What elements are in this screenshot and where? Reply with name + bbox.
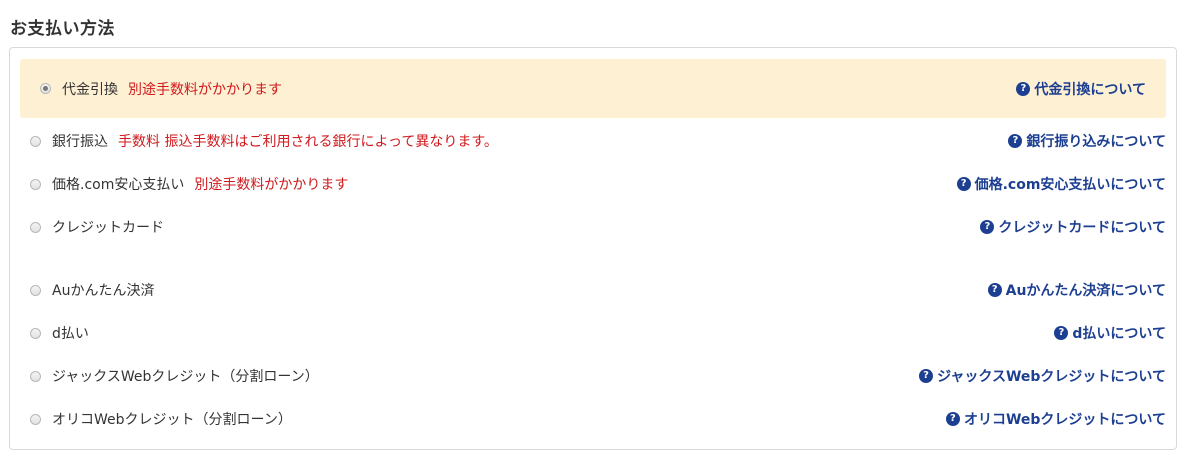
help-link-label: オリコWebクレジットについて bbox=[963, 412, 1166, 428]
question-circle-icon: ? bbox=[919, 369, 934, 383]
question-circle-icon: ? bbox=[1016, 81, 1031, 96]
radio-credit-card[interactable] bbox=[30, 221, 41, 233]
payment-option-au-easy[interactable]: Auかんたん決済 ? Auかんたん決済について bbox=[20, 268, 1166, 312]
help-link-label: Auかんたん決済について bbox=[1005, 283, 1166, 299]
question-circle-icon: ? bbox=[956, 177, 971, 191]
radio-d-barai[interactable] bbox=[30, 327, 41, 339]
payment-option-cod[interactable]: 代金引換 別途手数料がかかります ? 代金引換について bbox=[20, 59, 1166, 118]
help-link-au-easy[interactable]: ? Auかんたん決済について bbox=[987, 280, 1166, 300]
help-link-label: d払いについて bbox=[1072, 326, 1166, 342]
radio-cod[interactable] bbox=[40, 83, 51, 94]
payment-option-kakaku-safe[interactable]: 価格.com安心支払い 別途手数料がかかります ? 価格.com安心支払いについ… bbox=[20, 162, 1166, 206]
question-circle-icon: ? bbox=[945, 412, 960, 426]
option-label: クレジットカード bbox=[52, 220, 164, 236]
help-link-jaccs-web[interactable]: ? ジャックスWebクレジットについて bbox=[919, 366, 1166, 386]
help-link-kakaku-safe[interactable]: ? 価格.com安心支払いについて bbox=[956, 174, 1166, 194]
help-link-cod[interactable]: ? 代金引換について bbox=[1016, 79, 1146, 99]
question-circle-icon: ? bbox=[987, 283, 1002, 297]
payment-option-credit-card[interactable]: クレジットカード ? クレジットカードについて bbox=[20, 205, 1166, 249]
payment-method-panel: 代金引換 別途手数料がかかります ? 代金引換について 銀行振込 手数料 振込手… bbox=[9, 47, 1177, 450]
payment-option-jaccs-web[interactable]: ジャックスWebクレジット（分割ローン） ? ジャックスWebクレジットについて bbox=[20, 354, 1166, 398]
radio-au-easy[interactable] bbox=[30, 284, 41, 296]
help-link-label: 銀行振り込みについて bbox=[1026, 134, 1166, 150]
option-note: 手数料 振込手数料はご利用される銀行によって異なります。 bbox=[118, 134, 498, 150]
option-label: 価格.com安心支払い bbox=[52, 177, 185, 193]
option-note: 別途手数料がかかります bbox=[194, 177, 349, 193]
radio-bank-transfer[interactable] bbox=[30, 135, 41, 147]
help-link-label: ジャックスWebクレジットについて bbox=[937, 369, 1166, 385]
help-link-d-barai[interactable]: ? d払いについて bbox=[1054, 323, 1166, 343]
option-label: d払い bbox=[52, 326, 89, 342]
option-label: ジャックスWebクレジット（分割ローン） bbox=[52, 369, 319, 385]
section-title: お支払い方法 bbox=[10, 19, 115, 39]
option-label: オリコWebクレジット（分割ローン） bbox=[52, 412, 292, 428]
question-circle-icon: ? bbox=[1054, 326, 1069, 340]
radio-kakaku-safe[interactable] bbox=[30, 178, 41, 190]
option-label: Auかんたん決済 bbox=[52, 283, 155, 299]
payment-option-bank-transfer[interactable]: 銀行振込 手数料 振込手数料はご利用される銀行によって異なります。 ? 銀行振り… bbox=[20, 119, 1166, 163]
payment-option-d-barai[interactable]: d払い ? d払いについて bbox=[20, 311, 1166, 355]
option-note: 別途手数料がかかります bbox=[128, 81, 282, 98]
help-link-label: 代金引換について bbox=[1034, 81, 1146, 98]
help-link-bank-transfer[interactable]: ? 銀行振り込みについて bbox=[1008, 131, 1166, 151]
question-circle-icon: ? bbox=[1008, 134, 1023, 148]
help-link-label: 価格.com安心支払いについて bbox=[974, 177, 1166, 193]
help-link-orico-web[interactable]: ? オリコWebクレジットについて bbox=[945, 409, 1166, 429]
option-label: 代金引換 bbox=[62, 81, 118, 98]
help-link-label: クレジットカードについて bbox=[998, 220, 1166, 236]
radio-jaccs-web[interactable] bbox=[30, 370, 41, 382]
radio-orico-web[interactable] bbox=[30, 413, 41, 425]
payment-option-orico-web[interactable]: オリコWebクレジット（分割ローン） ? オリコWebクレジットについて bbox=[20, 397, 1166, 441]
help-link-credit-card[interactable]: ? クレジットカードについて bbox=[980, 217, 1166, 237]
question-circle-icon: ? bbox=[980, 220, 995, 234]
option-label: 銀行振込 bbox=[52, 134, 108, 150]
